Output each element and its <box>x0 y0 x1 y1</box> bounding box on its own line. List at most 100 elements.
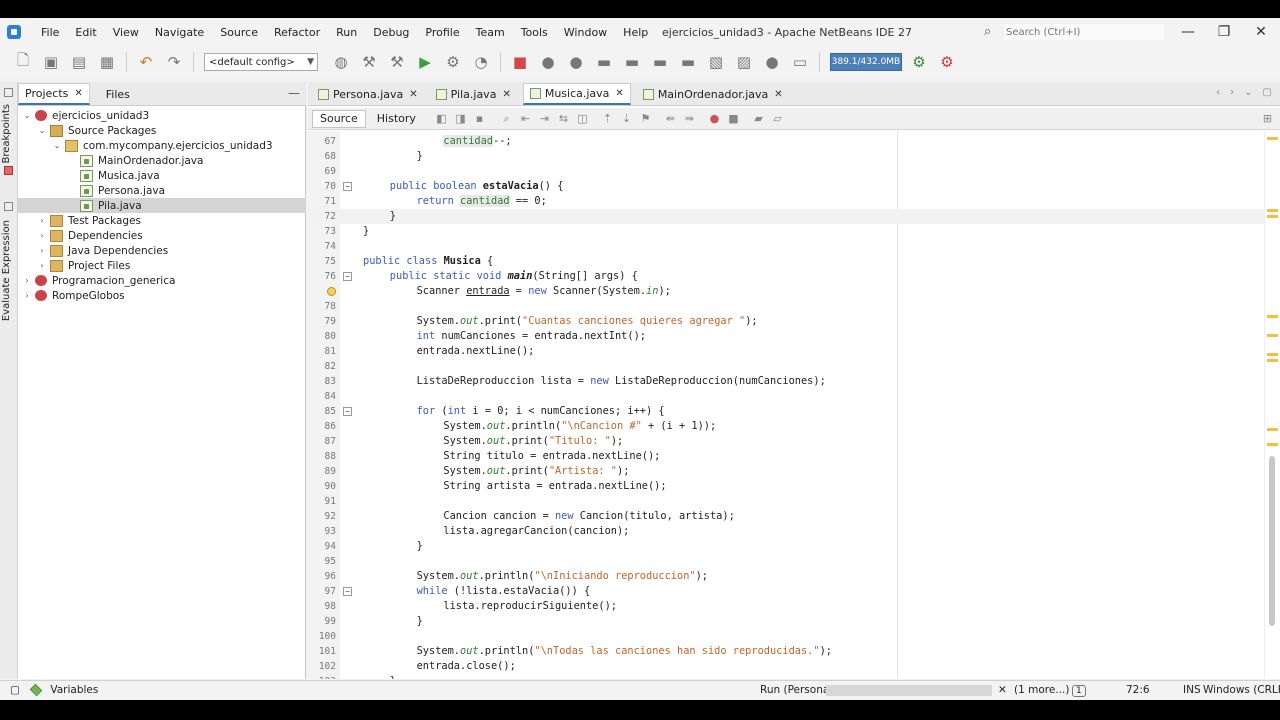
next-bookmark-icon[interactable]: ⇣ <box>620 112 633 125</box>
code-text[interactable]: lista.reproducirSiguiente(); <box>443 599 617 614</box>
code-text[interactable]: } <box>417 149 423 164</box>
take-snapshot-icon[interactable]: ▨ <box>735 53 753 71</box>
previous-bookmark-icon[interactable]: ⇡ <box>601 112 614 125</box>
forward-icon[interactable]: ▪ <box>473 112 486 125</box>
memory-indicator[interactable]: 389.1/432.0MB <box>830 53 902 71</box>
code-text[interactable]: public static void main(String[] args) { <box>390 269 638 284</box>
line-number[interactable]: 73 <box>308 224 336 239</box>
fold-toggle-icon[interactable]: − <box>343 407 352 416</box>
line-number[interactable]: 87 <box>308 434 336 449</box>
menu-team[interactable]: Team <box>468 26 513 39</box>
run-task-label[interactable]: Run (Persona) <box>760 684 833 696</box>
last-edit-icon[interactable]: ◧ <box>435 112 448 125</box>
line-number[interactable]: 101 <box>308 644 336 659</box>
step-out-icon[interactable]: ▬ <box>651 53 669 71</box>
code-text[interactable]: for (int i = 0; i < numCanciones; i++) { <box>417 404 665 419</box>
line-number[interactable]: 76 <box>308 269 336 284</box>
redo-icon[interactable]: ↷ <box>165 53 183 71</box>
menu-window[interactable]: Window <box>556 26 615 39</box>
code-text[interactable]: } <box>390 209 396 224</box>
line-number[interactable]: 96 <box>308 569 336 584</box>
code-text[interactable]: } <box>417 539 423 554</box>
chevron-right-icon[interactable]: › <box>37 261 47 270</box>
uncomment-icon[interactable]: ▱ <box>771 112 784 125</box>
code-text[interactable]: return cantidad == 0; <box>417 194 547 209</box>
code-text[interactable]: System.out.print("Titulo: "); <box>443 434 623 449</box>
line-number[interactable]: 68 <box>308 149 336 164</box>
line-number[interactable]: 103 <box>308 674 336 679</box>
chevron-down-icon[interactable]: ⌄ <box>52 141 62 150</box>
tree-node[interactable]: › Programacion_generica <box>18 273 306 288</box>
tree-node[interactable]: › Project Files <box>18 258 306 273</box>
shift-right-icon[interactable]: ⇛ <box>683 112 696 125</box>
menu-edit[interactable]: Edit <box>67 26 104 39</box>
line-number[interactable]: 83 <box>308 374 336 389</box>
find-next-icon[interactable]: ⇥ <box>538 112 551 125</box>
profile-icon[interactable]: ◔ <box>472 53 490 71</box>
line-number[interactable]: 88 <box>308 449 336 464</box>
run-icon[interactable]: ▶ <box>416 53 434 71</box>
hint-bulb-icon[interactable] <box>327 287 336 296</box>
code-text[interactable]: System.out.print("Artista: "); <box>443 464 629 479</box>
line-number[interactable]: 93 <box>308 524 336 539</box>
chevron-down-icon[interactable]: ⌄ <box>22 111 32 120</box>
toggle-highlight-icon[interactable]: ◫ <box>576 112 589 125</box>
tree-node[interactable]: Musica.java <box>18 168 306 183</box>
undo-icon[interactable]: ↶ <box>137 53 155 71</box>
more-tasks-link[interactable]: (1 more...) <box>1014 684 1069 696</box>
find-selection-icon[interactable]: ⇆ <box>557 112 570 125</box>
editor-tab-pila[interactable]: Pila.java ✕ <box>430 83 517 105</box>
line-number[interactable]: 75 <box>308 254 336 269</box>
close-icon[interactable]: ✕ <box>774 89 782 100</box>
line-number[interactable]: 92 <box>308 509 336 524</box>
line-number[interactable]: 69 <box>308 164 336 179</box>
toggle-bookmark-icon[interactable]: ⚑ <box>639 112 652 125</box>
line-number[interactable]: 78 <box>308 299 336 314</box>
minimize-button[interactable]: — <box>1177 22 1199 42</box>
maximize-editor-icon[interactable]: ▢ <box>1263 87 1272 98</box>
line-number[interactable]: 98 <box>308 599 336 614</box>
line-number[interactable]: 86 <box>308 419 336 434</box>
menu-run[interactable]: Run <box>328 26 365 39</box>
screenshot-icon[interactable]: ▭ <box>791 53 809 71</box>
line-number[interactable]: 99 <box>308 614 336 629</box>
tab-files[interactable]: Files <box>100 83 136 105</box>
fold-toggle-icon[interactable]: − <box>343 587 352 596</box>
apply-changes-icon[interactable]: ▧ <box>707 53 725 71</box>
editor-tab-persona[interactable]: Persona.java ✕ <box>312 83 424 105</box>
new-file-icon[interactable]: 🗋 <box>14 51 32 71</box>
line-number[interactable]: 100 <box>308 629 336 644</box>
step-into-icon[interactable]: ▬ <box>623 53 641 71</box>
editor-scrollbar[interactable] <box>1264 131 1280 679</box>
build-icon[interactable]: ⚒ <box>360 53 378 71</box>
breakpoints-tab[interactable]: Breakpoints <box>1 104 12 164</box>
line-endings[interactable]: Windows (CRLF) <box>1203 684 1280 696</box>
chevron-right-icon[interactable]: › <box>22 291 32 300</box>
chevron-right-icon[interactable]: › <box>37 216 47 225</box>
menu-view[interactable]: View <box>105 26 147 39</box>
scroll-thumb[interactable] <box>1269 456 1275 626</box>
chevron-right-icon[interactable]: › <box>37 246 47 255</box>
tree-node[interactable]: ⌄ com.mycompany.ejercicios_unidad3 <box>18 138 306 153</box>
tree-node[interactable]: ⌄ ejercicios_unidad3 <box>18 108 306 123</box>
debug-icon[interactable]: ⚙ <box>444 53 462 71</box>
chevron-right-icon[interactable]: › <box>37 231 47 240</box>
code-text[interactable]: while (!lista.estaVacia()) { <box>417 584 591 599</box>
tree-node[interactable]: ⌄ Source Packages <box>18 123 306 138</box>
line-number[interactable]: 97 <box>308 584 336 599</box>
menu-debug[interactable]: Debug <box>365 26 417 39</box>
line-number[interactable]: 71 <box>308 194 336 209</box>
split-editor-icon[interactable]: ⊞ <box>1261 112 1274 125</box>
code-text[interactable]: } <box>390 674 396 679</box>
line-number[interactable]: 89 <box>308 464 336 479</box>
line-number[interactable]: 80 <box>308 329 336 344</box>
code-text[interactable]: System.out.println("\nIniciando reproduc… <box>417 569 708 584</box>
code-text[interactable]: } <box>417 614 423 629</box>
code-text[interactable]: System.out.println("\nTodas las cancione… <box>417 644 832 659</box>
code-text[interactable]: String titulo = entrada.nextLine(); <box>443 449 660 464</box>
code-text[interactable]: cantidad--; <box>443 134 512 149</box>
editor-tab-musica[interactable]: Musica.java ✕ <box>522 83 631 105</box>
code-text[interactable]: Scanner entrada = new Scanner(System.in)… <box>417 284 671 299</box>
run-to-cursor-icon[interactable]: ▬ <box>679 53 697 71</box>
line-number[interactable]: 81 <box>308 344 336 359</box>
